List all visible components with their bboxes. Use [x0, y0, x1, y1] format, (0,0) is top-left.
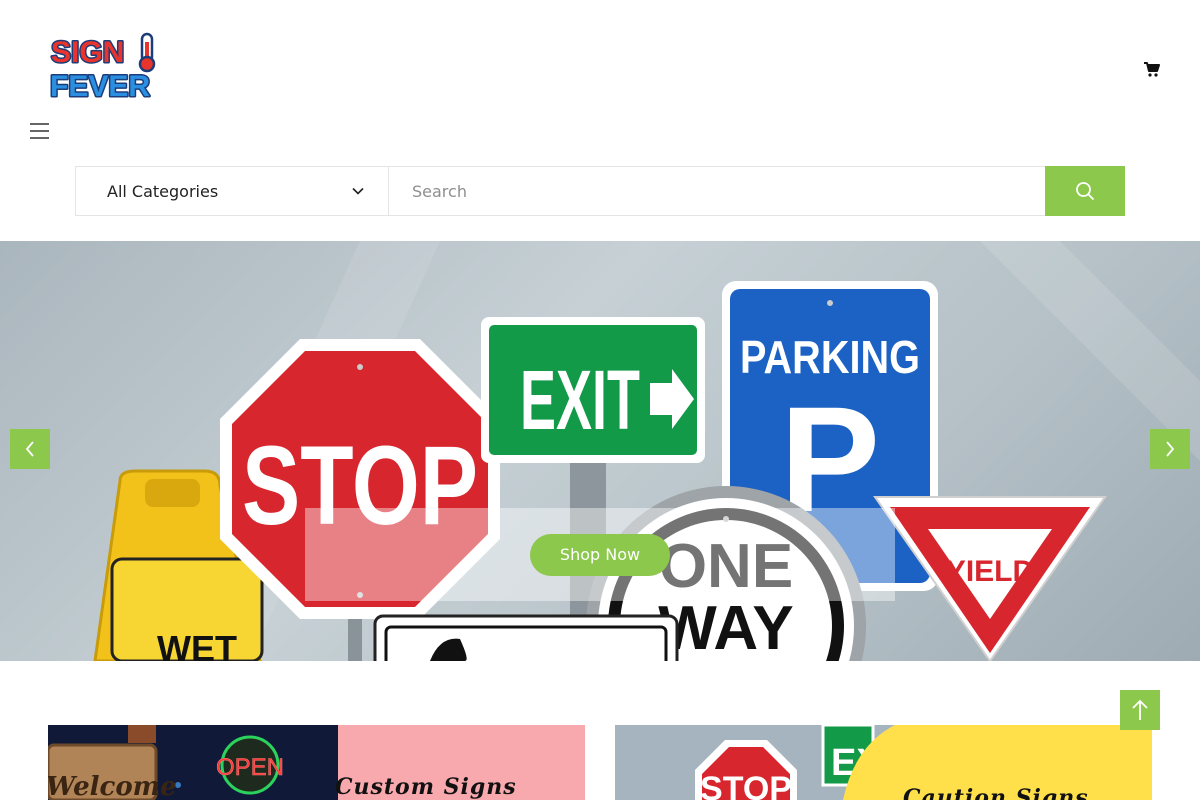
category-select[interactable]: All Categories: [76, 167, 389, 215]
cart-icon[interactable]: [1142, 60, 1162, 78]
slider-prev-button[interactable]: [10, 429, 50, 469]
svg-text:OPEN: OPEN: [216, 754, 284, 781]
back-to-top-button[interactable]: [1120, 690, 1160, 730]
search-button[interactable]: [1045, 166, 1125, 216]
category-title: Caution Signs: [903, 785, 1089, 800]
arrow-up-icon: [1132, 699, 1148, 720]
site-logo[interactable]: SIGN FEVER: [48, 30, 160, 105]
svg-text:WET: WET: [157, 628, 237, 661]
svg-text:WAY: WAY: [658, 594, 794, 661]
svg-text:Welcome: Welcome: [48, 772, 177, 800]
svg-text:STOP: STOP: [700, 770, 792, 800]
shop-now-button[interactable]: Shop Now: [529, 533, 671, 576]
hero-slider: WET STOP EXIT PARKING P ONE WAY YIELD Sh…: [0, 241, 1200, 661]
search-bar: All Categories: [75, 166, 1125, 216]
category-title: Custom Signs: [335, 774, 517, 800]
hamburger-menu-icon[interactable]: [29, 121, 51, 141]
category-select-value: All Categories: [107, 181, 219, 201]
logo-text-sign: SIGN: [51, 36, 124, 69]
slider-next-button[interactable]: [1150, 429, 1190, 469]
bottom-sign: [373, 614, 679, 661]
svg-text:EXIT: EXIT: [520, 353, 640, 447]
chevron-down-icon: [352, 187, 364, 195]
chevron-right-icon: [1166, 441, 1175, 457]
search-input[interactable]: [389, 167, 1045, 215]
category-card-caution-signs[interactable]: STOP EX Caution Signs: [615, 725, 1152, 800]
site-header: SIGN FEVER All Categories: [0, 0, 1200, 240]
hero-cta-overlay: Shop Now: [305, 508, 895, 601]
chevron-left-icon: [25, 441, 34, 457]
category-card-custom-signs[interactable]: Welcome OPEN Custom Signs: [48, 725, 585, 800]
logo-text-fever: FEVER: [50, 70, 150, 102]
thermometer-icon: [138, 32, 156, 73]
svg-text:YIELD: YIELD: [946, 555, 1034, 588]
search-icon: [1076, 182, 1094, 200]
